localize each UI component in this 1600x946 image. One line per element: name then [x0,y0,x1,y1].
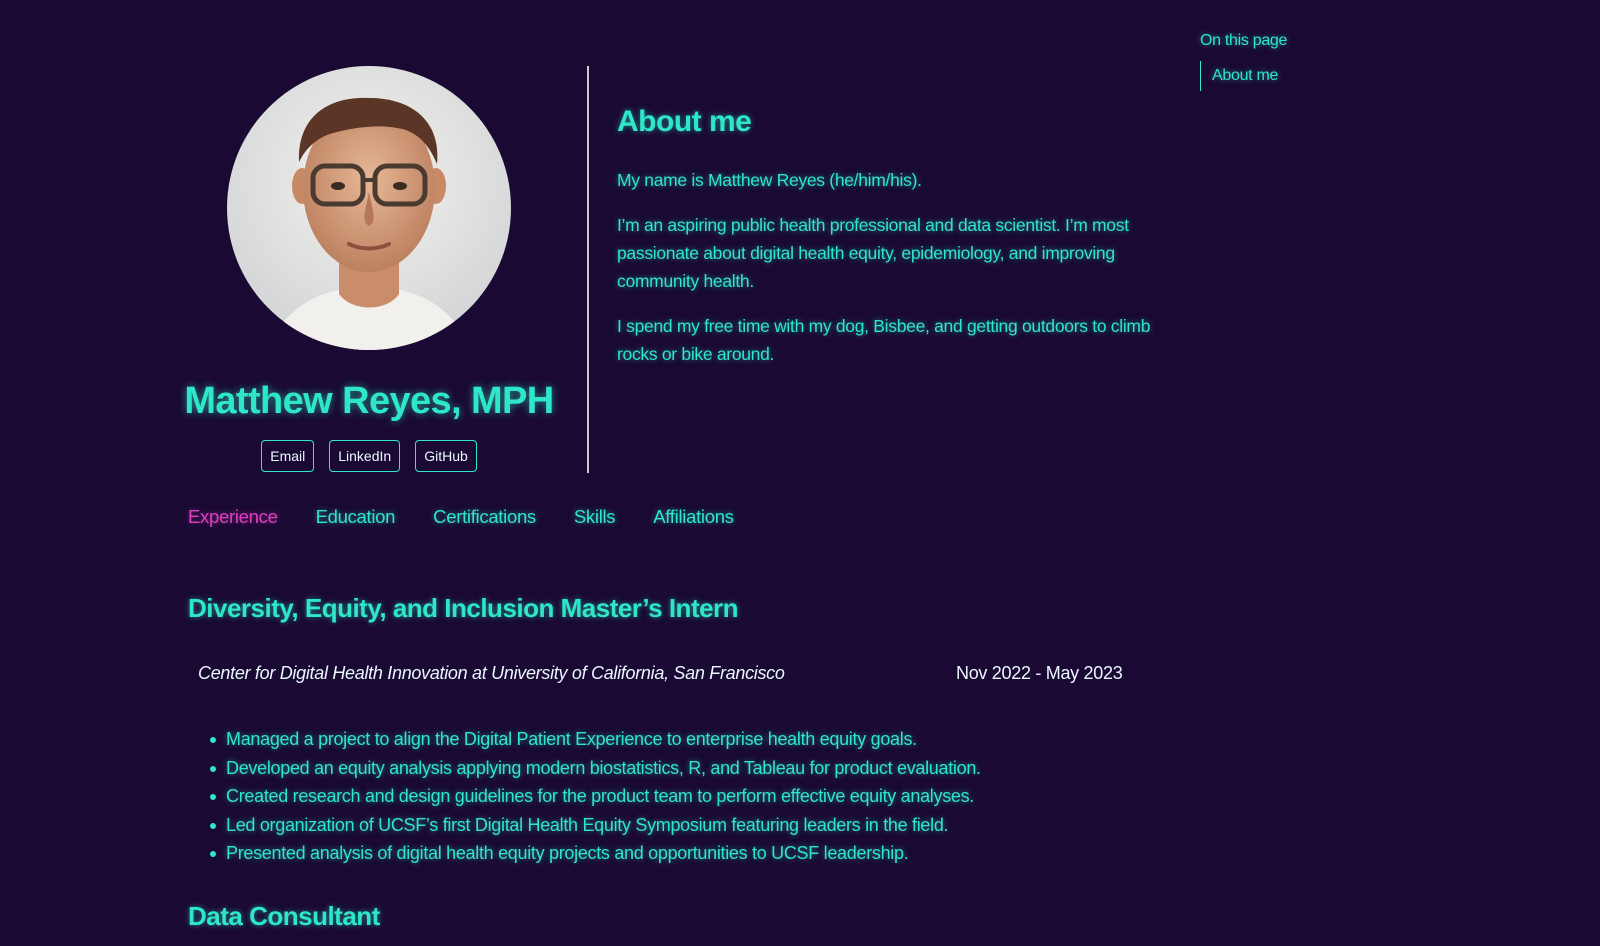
profile-photo [227,66,511,350]
tab-skills[interactable]: Skills [574,503,616,531]
toc-list: About me [1200,61,1400,91]
tab-experience[interactable]: Experience [188,503,278,531]
about-section: About me My name is Matthew Reyes (he/hi… [617,100,1177,368]
list-item: Led organization of UCSF’s first Digital… [208,811,981,840]
vertical-divider [587,66,589,473]
list-item: Presented analysis of digital health equ… [208,839,981,868]
section-tabs: Experience Education Certifications Skil… [188,503,772,531]
job-organization: Center for Digital Health Innovation at … [198,663,785,683]
about-paragraph: I’m an aspiring public health profession… [617,215,1129,291]
profile-links: Email LinkedIn GitHub [180,440,558,472]
job-bullet-list: Managed a project to align the Digital P… [208,725,981,868]
tab-certifications[interactable]: Certifications [433,503,536,531]
profile-name: Matthew Reyes, MPH [184,380,554,422]
table-of-contents: On this page About me [1200,30,1400,91]
about-title: About me [617,105,752,138]
tab-education[interactable]: Education [316,503,396,531]
list-item: Developed an equity analysis applying mo… [208,754,981,783]
list-item: Managed a project to align the Digital P… [208,725,981,754]
job-title: Diversity, Equity, and Inclusion Master’… [188,593,739,623]
about-paragraph: My name is Matthew Reyes (he/him/his). [617,170,922,190]
email-button[interactable]: Email [261,440,315,472]
toc-title: On this page [1200,32,1288,49]
toc-link-about-me[interactable]: About me [1212,67,1278,85]
list-item: Created research and design guidelines f… [208,782,981,811]
job-dates: Nov 2022 - May 2023 [956,663,1123,683]
linkedin-button[interactable]: LinkedIn [329,440,401,472]
about-paragraph: I spend my free time with my dog, Bisbee… [617,316,1151,364]
job-title: Data Consultant [188,901,380,931]
github-button[interactable]: GitHub [415,440,477,472]
tab-affiliations[interactable]: Affiliations [653,503,734,531]
profile-card: Matthew Reyes, MPH Email LinkedIn GitHub [180,66,558,472]
